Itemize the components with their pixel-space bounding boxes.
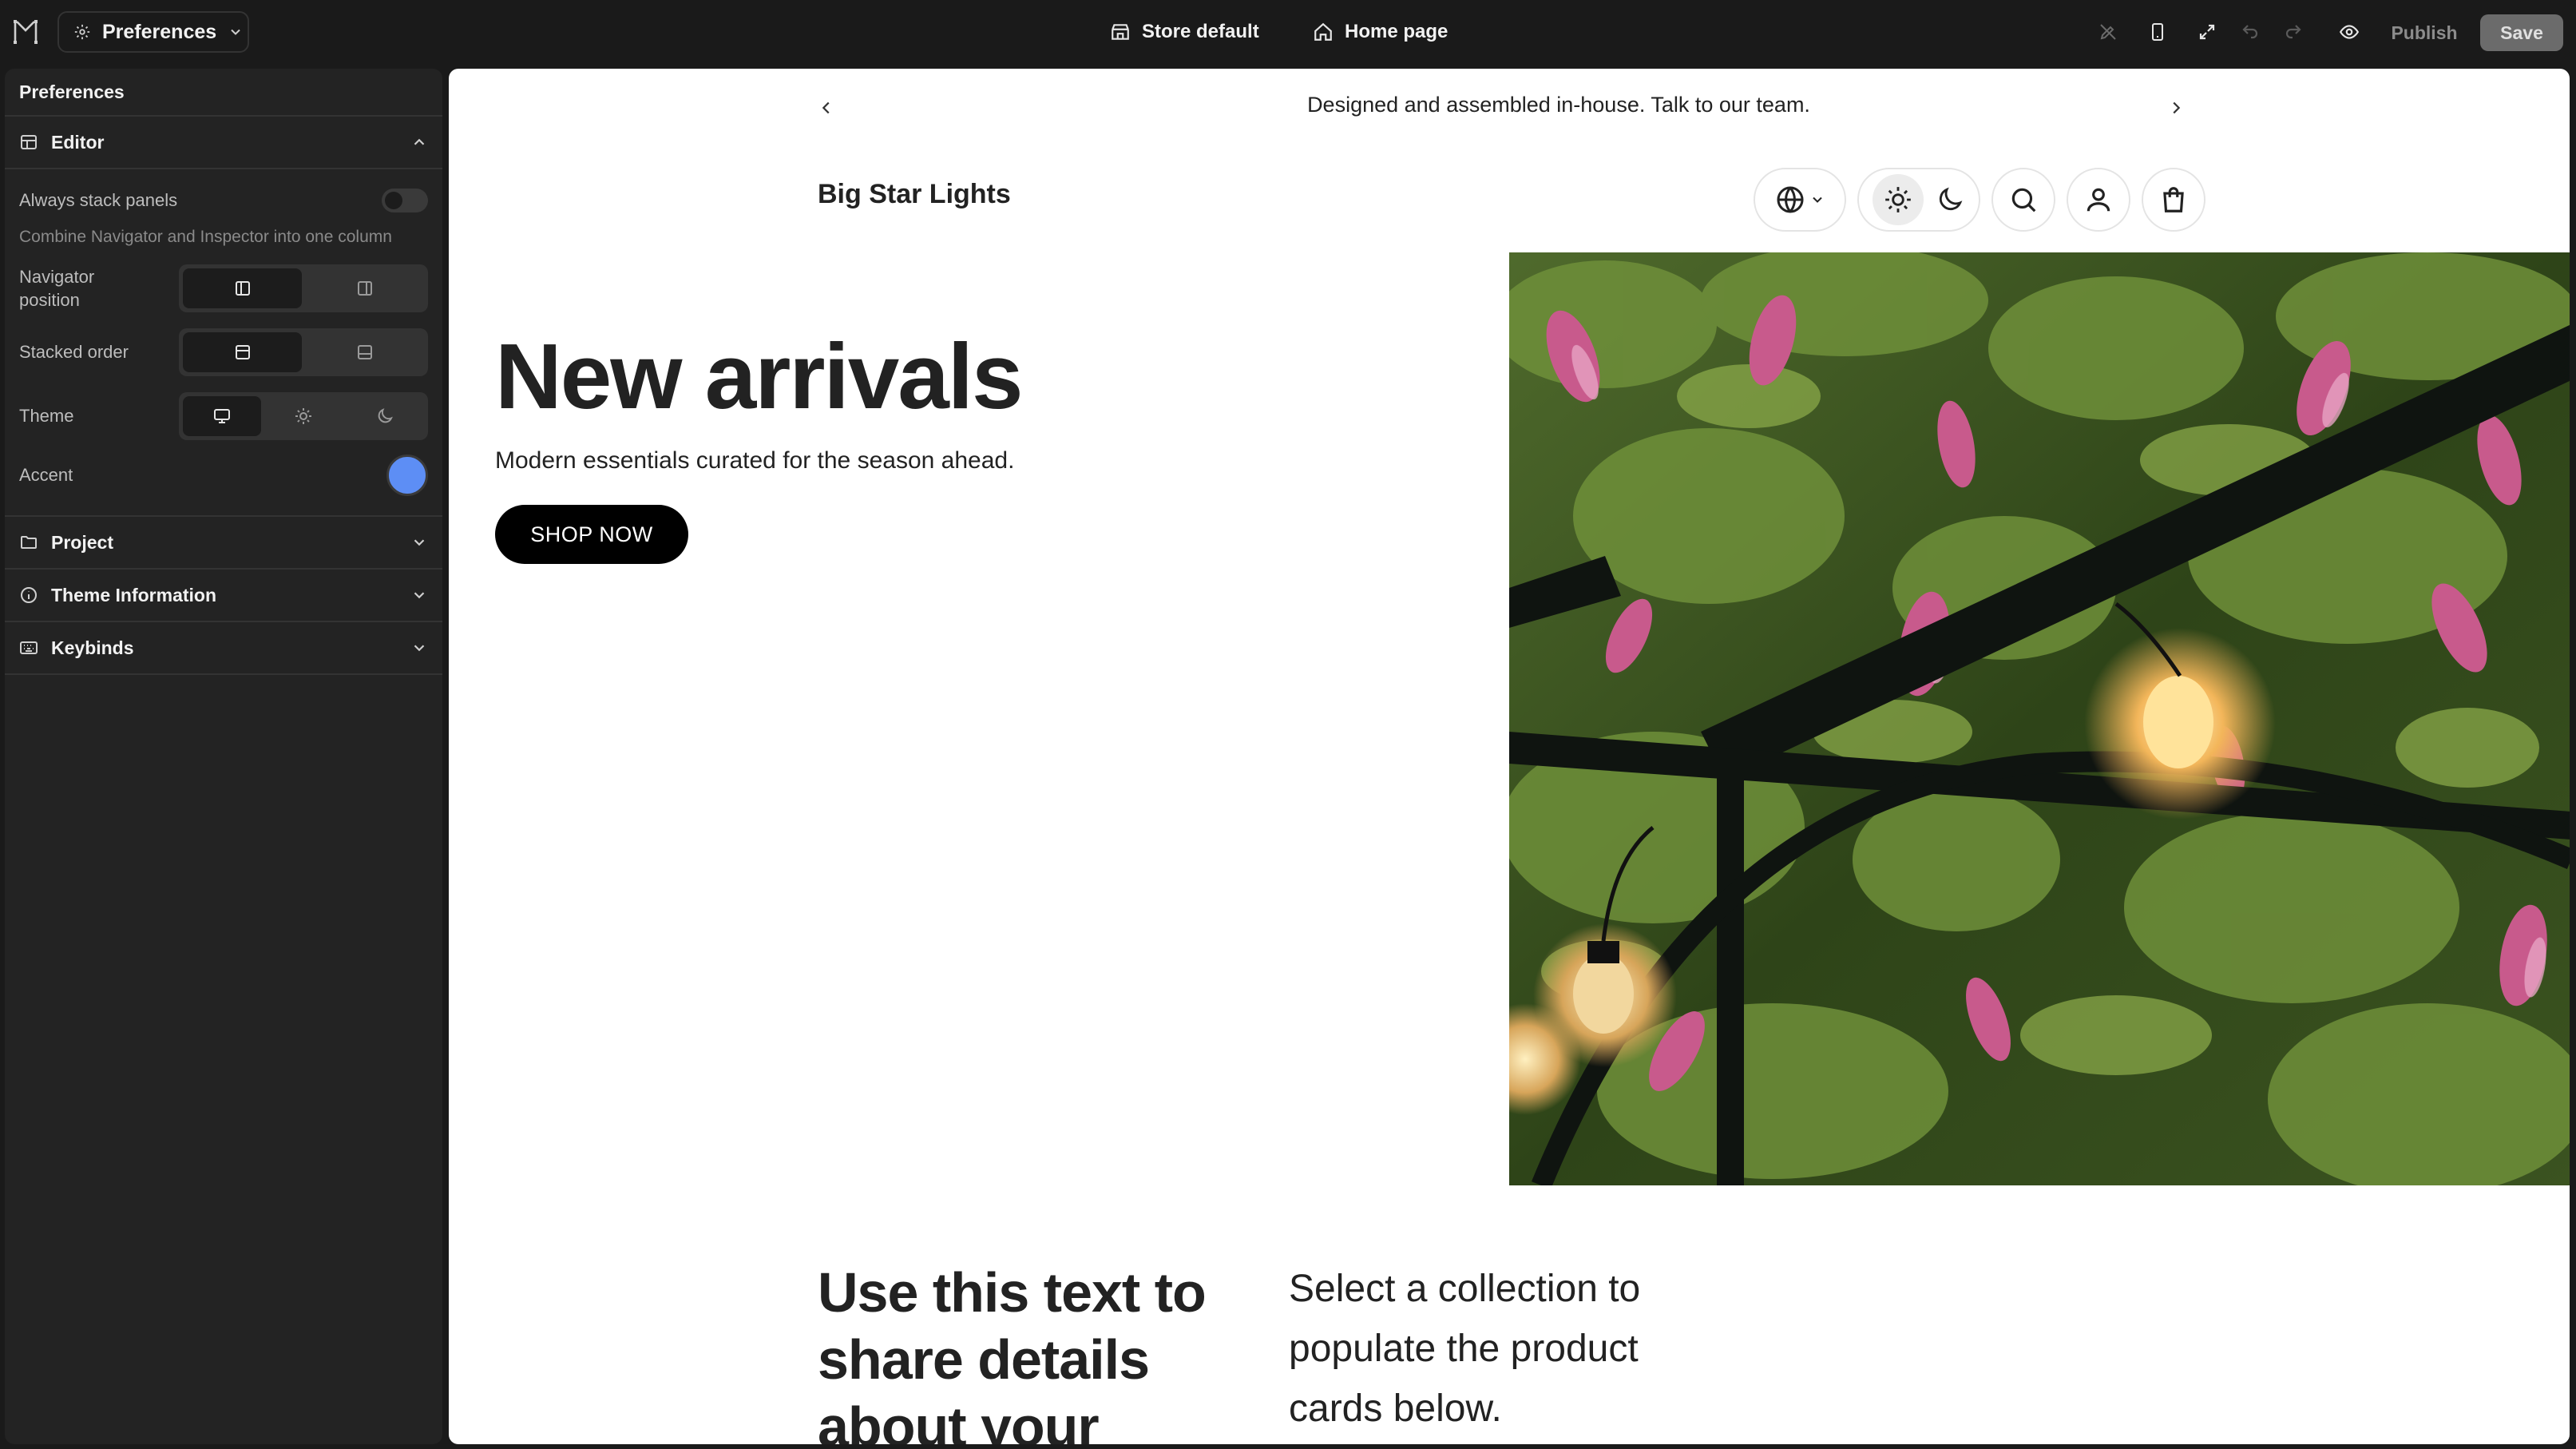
shop-now-button[interactable]: SHOP NOW — [495, 505, 688, 564]
sidebar-left-icon — [233, 279, 252, 298]
section-theme-information-header[interactable]: Theme Information — [5, 570, 442, 622]
theme-control — [179, 392, 428, 440]
accent-label: Accent — [19, 465, 73, 485]
publish-button[interactable]: Publish — [2373, 14, 2475, 51]
folder-icon — [19, 533, 38, 552]
section-editor-header[interactable]: Editor — [5, 117, 442, 169]
theme-toggle-group — [1857, 168, 1980, 232]
preferences-dropdown[interactable]: Preferences — [57, 11, 249, 53]
stacked-order-control — [179, 328, 428, 376]
preferences-panel: Preferences Editor Always stack panels C… — [5, 69, 442, 1444]
always-stack-row: Always stack panels — [19, 189, 428, 212]
theme-label: Theme — [19, 406, 74, 426]
search-icon — [2008, 185, 2039, 215]
home-page-label: Home page — [1345, 21, 1449, 42]
collection-prompt-text: Select a collection to populate the prod… — [1289, 1268, 1641, 1430]
store-default-selector[interactable]: Store default — [1110, 11, 1259, 53]
globe-icon — [1774, 184, 1806, 216]
theme-system-option[interactable] — [183, 396, 261, 436]
accent-row: Accent — [19, 455, 428, 496]
chevron-down-icon — [410, 639, 428, 657]
announcement-text: Designed and assembled in-house. Talk to… — [1307, 93, 1810, 117]
redo-icon[interactable] — [2274, 13, 2312, 51]
sun-icon[interactable] — [1873, 174, 1924, 225]
save-button[interactable]: Save — [2480, 14, 2563, 51]
navigator-position-label: Navigator position — [19, 267, 95, 310]
mobile-preview-icon[interactable] — [2138, 13, 2177, 51]
home-icon — [1313, 22, 1334, 42]
keyboard-icon — [19, 638, 38, 657]
stacked-order-label: Stacked order — [19, 342, 129, 362]
info-icon — [19, 586, 38, 605]
chevron-up-icon — [410, 133, 428, 151]
search-button[interactable] — [1991, 168, 2055, 232]
store-icon — [1110, 22, 1131, 42]
edit-off-icon[interactable] — [2089, 13, 2127, 51]
navigator-position-control — [179, 264, 428, 312]
theme-light-option[interactable] — [264, 396, 343, 436]
sun-icon — [294, 407, 313, 426]
top-bar: Preferences Store default Home page Publ… — [0, 0, 2576, 64]
sidebar-right-icon — [355, 279, 375, 298]
navigator-position-row: Navigator position — [19, 264, 428, 312]
hero-image — [1509, 252, 2570, 1185]
moon-icon[interactable] — [1935, 185, 1965, 215]
stacked-bottom-option[interactable] — [305, 332, 424, 372]
chevron-right-icon[interactable] — [2167, 96, 2185, 120]
header-actions — [1754, 168, 2205, 232]
account-button[interactable] — [2067, 168, 2130, 232]
always-stack-toggle[interactable] — [382, 189, 428, 212]
chevron-down-icon — [1809, 192, 1825, 208]
announcement-bar: Designed and assembled in-house. Talk to… — [449, 69, 2570, 149]
user-icon — [2083, 185, 2114, 215]
chevron-down-icon — [410, 586, 428, 604]
moon-icon — [375, 407, 394, 426]
editor-settings: Always stack panels Combine Navigator an… — [5, 169, 442, 517]
panel-bottom-icon — [355, 343, 375, 362]
store-default-label: Store default — [1142, 21, 1259, 42]
panel-title: Preferences — [5, 69, 442, 117]
home-page-selector[interactable]: Home page — [1313, 11, 1448, 53]
gear-icon — [73, 23, 91, 41]
theme-row: Theme — [19, 392, 428, 440]
view-controls — [2089, 13, 2226, 51]
fullscreen-icon[interactable] — [2188, 13, 2226, 51]
history-controls — [2231, 13, 2312, 51]
always-stack-label: Always stack panels — [19, 190, 178, 210]
chevron-down-icon — [410, 534, 428, 551]
section-theme-information-label: Theme Information — [51, 584, 217, 605]
section-heading: Use this text to share details about you… — [818, 1261, 1207, 1444]
app-logo-icon[interactable] — [11, 18, 40, 46]
monitor-icon — [212, 407, 232, 426]
store-preview-canvas: Designed and assembled in-house. Talk to… — [449, 69, 2570, 1444]
always-stack-description: Combine Navigator and Inspector into one… — [19, 228, 392, 246]
layout-icon — [19, 133, 38, 152]
hero-subtitle: Modern essentials curated for the season… — [495, 447, 1015, 474]
preferences-dropdown-label: Preferences — [102, 20, 217, 43]
section-editor-label: Editor — [51, 131, 105, 153]
accent-color-swatch[interactable] — [386, 455, 428, 496]
section-project-label: Project — [51, 531, 113, 553]
navigator-left-option[interactable] — [183, 268, 302, 308]
hero-title: New arrivals — [495, 324, 1024, 428]
language-selector[interactable] — [1754, 168, 1846, 232]
section-project-header[interactable]: Project — [5, 517, 442, 570]
section-keybinds-label: Keybinds — [51, 637, 134, 658]
undo-icon[interactable] — [2231, 13, 2269, 51]
shopping-bag-icon — [2158, 185, 2189, 215]
cart-button[interactable] — [2142, 168, 2205, 232]
section-keybinds-header[interactable]: Keybinds — [5, 622, 442, 675]
navigator-right-option[interactable] — [305, 268, 424, 308]
eye-icon[interactable] — [2330, 13, 2368, 51]
stacked-order-row: Stacked order — [19, 328, 428, 376]
theme-dark-option[interactable] — [346, 396, 424, 436]
chevron-left-icon[interactable] — [818, 96, 835, 120]
chevron-down-icon — [228, 24, 244, 40]
store-logo-text[interactable]: Big Star Lights — [818, 179, 1011, 210]
panel-top-icon — [233, 343, 252, 362]
stacked-top-option[interactable] — [183, 332, 302, 372]
